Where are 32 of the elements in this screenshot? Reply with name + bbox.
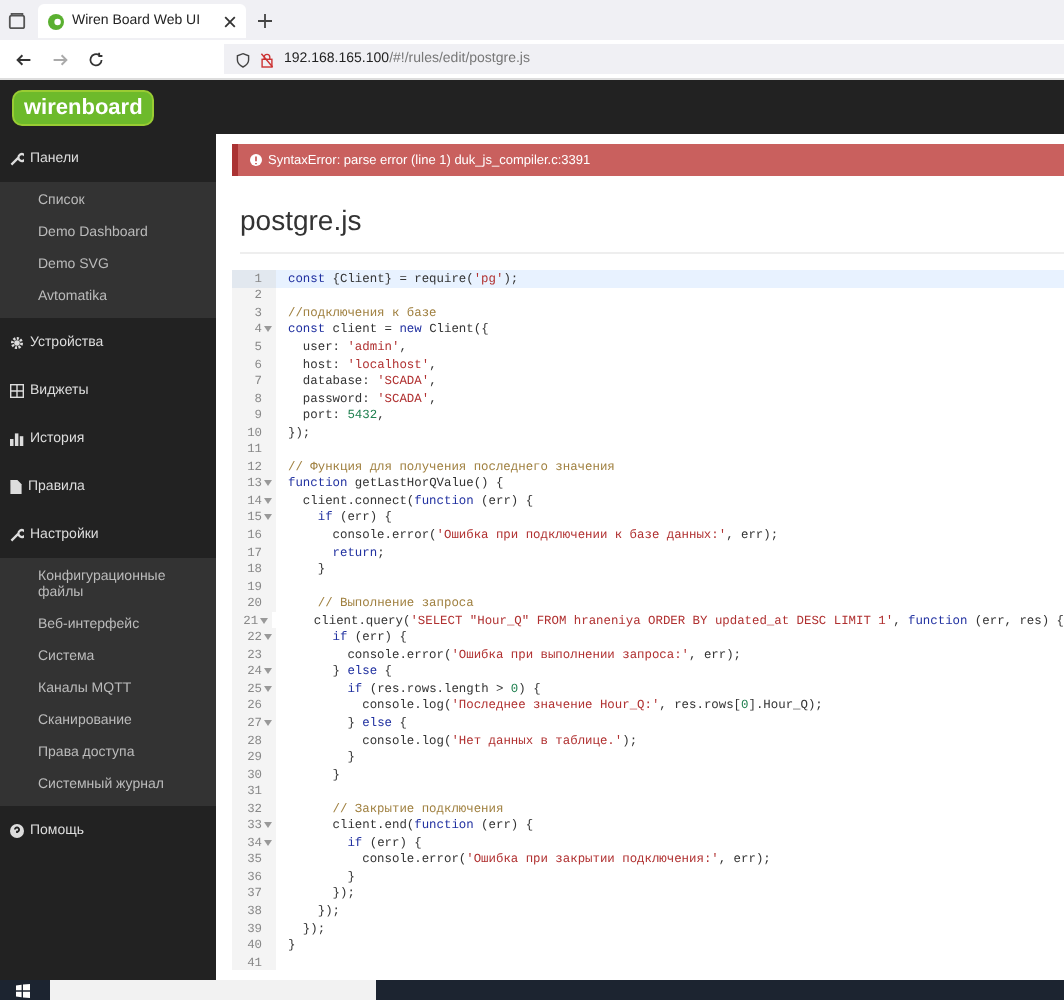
code-editor[interactable] — [232, 270, 1064, 971]
insecure-lock-icon — [260, 51, 274, 67]
reload-icon[interactable] — [88, 51, 104, 67]
tab-overview-icon[interactable] — [8, 12, 26, 30]
fold-icon[interactable] — [264, 839, 272, 846]
file-icon — [10, 479, 22, 493]
fold-icon[interactable] — [264, 685, 272, 692]
gear-icon — [10, 335, 24, 349]
fold-icon[interactable] — [264, 497, 272, 504]
site-icon — [48, 13, 64, 29]
wrench-icon — [10, 527, 24, 541]
search-field[interactable] — [50, 980, 376, 1000]
fold-icon[interactable] — [264, 719, 272, 726]
back-icon[interactable] — [16, 51, 32, 67]
fold-icon[interactable] — [264, 514, 272, 521]
forward-icon[interactable] — [52, 51, 68, 67]
close-icon[interactable] — [224, 15, 236, 27]
file-title: postgre.js — [240, 204, 1064, 254]
fold-icon[interactable] — [264, 480, 272, 487]
windows-logo-icon[interactable] — [16, 983, 30, 997]
bar-chart-icon — [10, 431, 24, 445]
fold-icon[interactable] — [264, 634, 272, 641]
grid-icon — [10, 383, 24, 397]
wrench-icon — [10, 151, 24, 165]
fold-icon[interactable] — [264, 822, 272, 829]
fold-icon[interactable] — [264, 668, 272, 675]
fold-icon[interactable] — [264, 326, 272, 333]
help-icon — [10, 823, 24, 837]
fold-icon[interactable] — [260, 617, 269, 624]
alert-icon — [250, 154, 262, 166]
shield-icon — [236, 51, 250, 67]
new-tab-icon[interactable] — [258, 14, 272, 28]
